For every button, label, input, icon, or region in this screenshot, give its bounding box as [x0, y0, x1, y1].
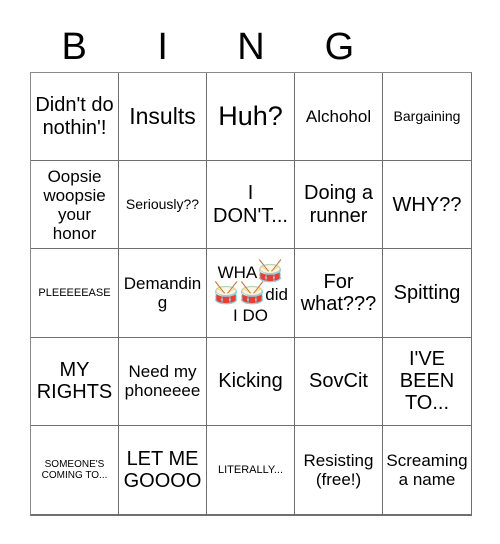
bingo-cell-r5c2[interactable]: LET ME GOOOO: [119, 425, 207, 514]
bingo-cell-label: Demanding: [123, 273, 202, 312]
bingo-cell-r3c5[interactable]: Spitting: [383, 249, 471, 338]
bingo-cell-label: Didn't do nothin'!: [35, 94, 114, 139]
bingo-cell-label: Oopsie woopsie your honor: [43, 166, 106, 243]
bingo-cell-label: PLEEEEEASE: [38, 286, 111, 299]
bingo-cell-label: I'VE BEEN TO...: [399, 347, 455, 415]
bingo-cell-label: Doing a runner: [304, 182, 373, 227]
bingo-cell-label: Spitting: [393, 281, 461, 304]
drum-icon: 🥁🥁🥁: [213, 260, 284, 306]
bingo-cell-r2c3[interactable]: I DON'T...: [207, 161, 295, 250]
bingo-cell-r2c5[interactable]: WHY??: [383, 161, 471, 250]
bingo-header-letter-n: N: [237, 26, 265, 68]
bingo-cell-label: SOMEONE'S COMING TO...: [41, 458, 108, 481]
bingo-cell-r1c5[interactable]: Bargaining: [383, 73, 471, 162]
bingo-cell-label: Insults: [129, 102, 196, 129]
bingo-cell-label: WHA🥁🥁🥁did I DO: [213, 260, 288, 325]
bingo-cell-label: Need my phoneeee: [124, 362, 201, 401]
bingo-cell-r5c3[interactable]: LITERALLY...: [207, 425, 295, 514]
bingo-cell-r1c1[interactable]: Didn't do nothin'!: [31, 73, 119, 162]
bingo-grid: Didn't do nothin'! Insults Huh? Alchohol…: [30, 72, 472, 516]
bingo-cell-r1c4[interactable]: Alchohol: [295, 73, 383, 162]
bingo-card: B I N G Didn't do nothin'! Insults Huh? …: [0, 0, 500, 544]
bingo-cell-r4c1[interactable]: MY RIGHTS: [31, 337, 119, 426]
bingo-cell-label: Alchohol: [305, 107, 372, 127]
bingo-cell-r2c1[interactable]: Oopsie woopsie your honor: [31, 161, 119, 250]
bingo-header-letter-g: G: [324, 26, 355, 68]
bingo-cell-r3c1[interactable]: PLEEEEEASE: [31, 249, 119, 338]
bingo-cell-r3c4[interactable]: For what???: [295, 249, 383, 338]
bingo-cell-label: MY RIGHTS: [36, 358, 113, 404]
bingo-cell-r4c4[interactable]: SovCit: [295, 337, 383, 426]
bingo-cell-label: Resisting (free!): [303, 450, 374, 489]
bingo-cell-r4c5[interactable]: I'VE BEEN TO...: [383, 337, 471, 426]
bingo-cell-r2c2[interactable]: Seriously??: [119, 161, 207, 250]
bingo-cell-label: Screaming a name: [386, 450, 468, 489]
bingo-cell-r3c2[interactable]: Demanding: [119, 249, 207, 338]
bingo-header-letter-b: B: [61, 26, 87, 68]
bingo-cell-label: Kicking: [218, 370, 283, 392]
bingo-cell-label: I DON'T...: [213, 182, 288, 227]
bingo-cell-r3c3-center[interactable]: WHA🥁🥁🥁did I DO: [207, 249, 295, 338]
bingo-cell-label: SovCit: [309, 370, 368, 392]
bingo-cell-r5c4[interactable]: Resisting (free!): [295, 425, 383, 514]
bingo-cell-r5c1[interactable]: SOMEONE'S COMING TO...: [31, 425, 119, 514]
bingo-cell-label: LITERALLY...: [217, 463, 284, 476]
bingo-cell-r5c5[interactable]: Screaming a name: [383, 425, 471, 514]
bingo-cell-label: Bargaining: [393, 107, 461, 124]
bingo-cell-r4c3[interactable]: Kicking: [207, 337, 295, 426]
bingo-cell-label: WHY??: [392, 193, 462, 216]
bingo-header-letter-i: I: [157, 26, 168, 68]
bingo-cell-r4c2[interactable]: Need my phoneeee: [119, 337, 207, 426]
bingo-cell-r2c4[interactable]: Doing a runner: [295, 161, 383, 250]
bingo-cell-label: Huh?: [218, 101, 283, 132]
bingo-cell-r1c2[interactable]: Insults: [119, 73, 207, 162]
bingo-header-row: B I N G: [30, 22, 472, 72]
bingo-cell-label: For what???: [300, 270, 377, 315]
bingo-cell-label: LET ME GOOOO: [123, 447, 202, 492]
bingo-cell-r1c3[interactable]: Huh?: [207, 73, 295, 162]
bingo-cell-label: Seriously??: [125, 195, 200, 212]
